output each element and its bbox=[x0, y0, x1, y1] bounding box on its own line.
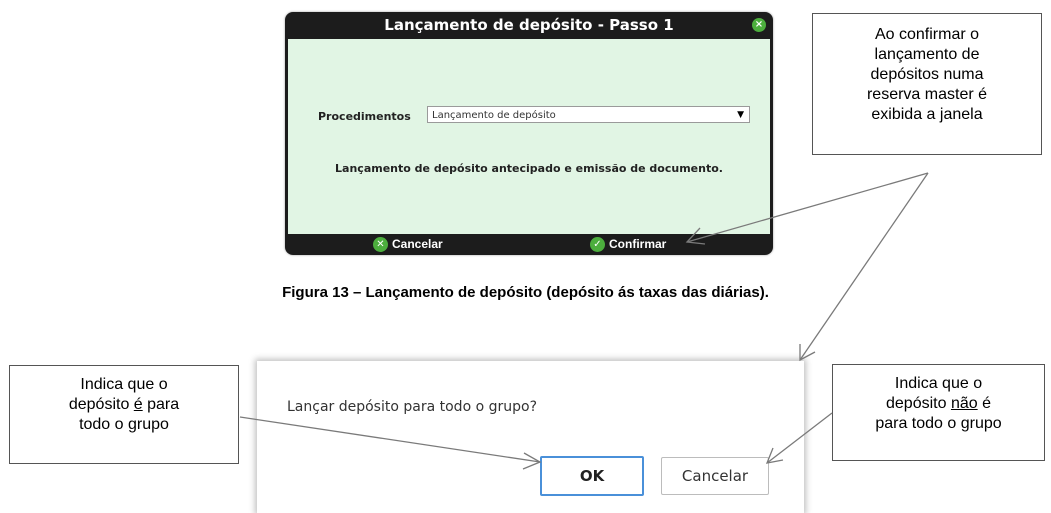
leader-line bbox=[799, 172, 929, 361]
leader-line bbox=[766, 412, 833, 464]
callout-leader-lines bbox=[239, 172, 929, 470]
leader-line bbox=[686, 172, 929, 243]
leader-line bbox=[239, 416, 541, 463]
